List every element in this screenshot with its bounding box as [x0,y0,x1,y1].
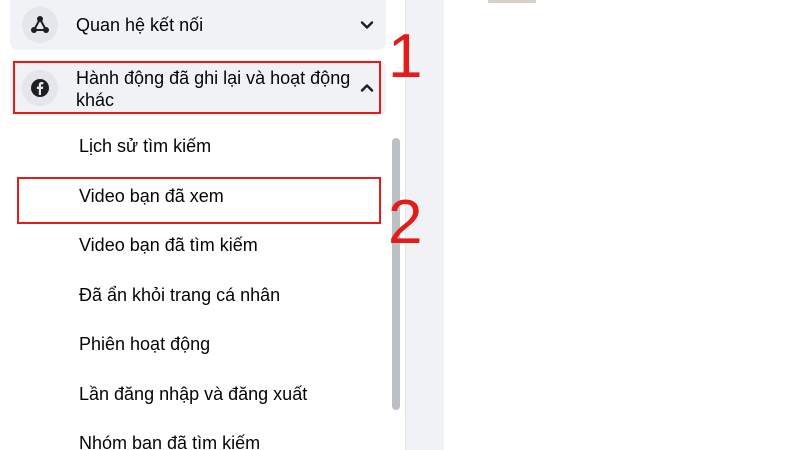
step-number-1: 1 [388,22,423,91]
connections-icon [22,7,58,43]
section-connections[interactable]: Quan hệ kết nối [10,0,386,50]
menu-item-active-sessions[interactable]: Phiên hoạt động [79,333,210,355]
step-number-2: 2 [388,188,423,257]
menu-item-videos-searched[interactable]: Video bạn đã tìm kiếm [79,234,258,256]
menu-item-groups-searched[interactable]: Nhóm bạn đã tìm kiếm [79,432,260,450]
sidebar-scrollbar[interactable] [392,138,400,450]
chevron-up-icon[interactable] [360,81,374,95]
chevron-down-icon[interactable] [360,18,374,32]
menu-item-logins-logouts[interactable]: Lần đăng nhập và đăng xuất [79,383,307,405]
activity-log-sidebar: Quan hệ kết nối Hành động đã ghi lại và … [0,0,406,450]
menu-item-search-history[interactable]: Lịch sử tìm kiếm [79,135,211,157]
image-strip [488,0,536,3]
menu-item-videos-watched[interactable]: Video bạn đã xem [79,185,224,207]
facebook-icon [22,70,58,106]
menu-item-hidden-from-profile[interactable]: Đã ẩn khỏi trang cá nhân [79,284,280,306]
section-connections-label: Quan hệ kết nối [76,15,204,35]
main-content [444,0,800,450]
section-recorded-activity-label: Hành động đã ghi lại và hoạt động khác [76,68,351,110]
scrollbar-thumb[interactable] [392,138,400,410]
section-recorded-activity[interactable]: Hành động đã ghi lại và hoạt động khác [10,60,386,116]
